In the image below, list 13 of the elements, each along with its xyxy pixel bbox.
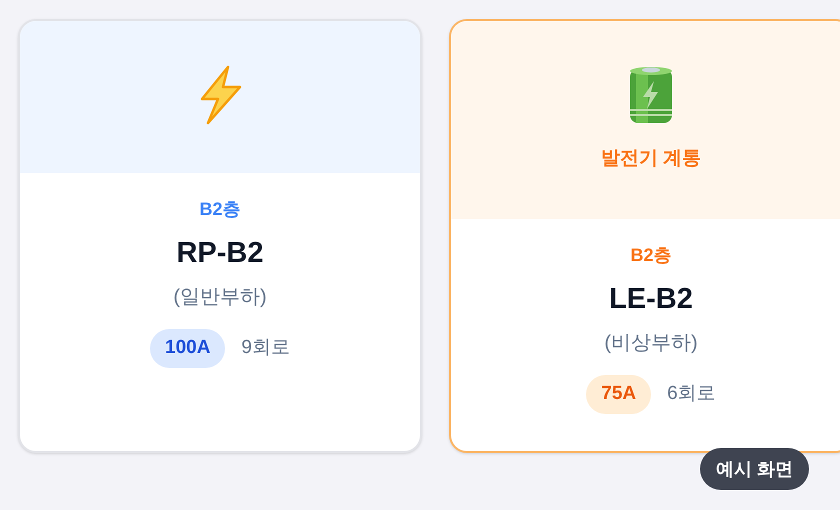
battery-icon — [628, 65, 674, 125]
floor-label: B2층 — [630, 244, 672, 267]
floor-label: B2층 — [199, 198, 240, 221]
example-badge: 예시 화면 — [700, 448, 810, 490]
rating-chip: 100A — [150, 329, 226, 368]
rating-chip: 75A — [586, 375, 652, 414]
load-type: (일반부하) — [173, 285, 267, 310]
panel-name: RP-B2 — [176, 236, 264, 271]
system-label: 발전기 계통 — [600, 147, 702, 171]
circuit-count: 9회로 — [241, 336, 290, 360]
circuit-count: 6회로 — [667, 382, 716, 406]
panel-name: LE-B2 — [609, 282, 693, 317]
load-type: (비상부하) — [604, 331, 698, 356]
